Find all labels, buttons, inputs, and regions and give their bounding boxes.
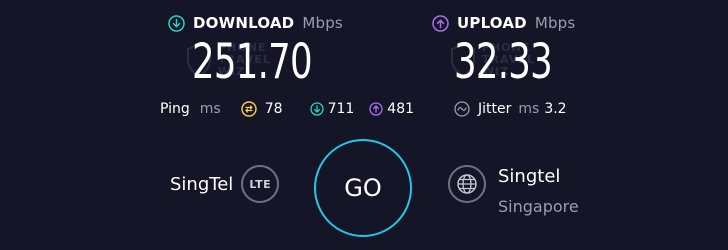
upload-unit: Mbps [534, 14, 576, 32]
download-label: DOWNLOAD [193, 14, 295, 32]
ping-label: Ping [160, 101, 190, 117]
ping-row: Ping ms 78 711 481 [160, 101, 414, 117]
go-button-label: GO [344, 174, 382, 202]
jitter-row: Jitter ms 3.2 [454, 101, 567, 117]
upload-latency-icon [368, 101, 384, 117]
idle-latency-icon [241, 101, 257, 117]
isp-info: SingTel LTE [170, 165, 280, 203]
download-unit: Mbps [302, 14, 343, 32]
server-location: Singapore [498, 197, 579, 216]
download-speed-value: 251.70 [192, 34, 313, 90]
connection-type-label: LTE [249, 177, 272, 191]
upload-header: UPLOAD Mbps [432, 14, 575, 32]
ping-upload-value: 481 [387, 101, 415, 117]
ping-idle-value: 78 [264, 101, 283, 117]
ping-download-value: 711 [327, 101, 355, 117]
globe-icon[interactable] [448, 165, 486, 203]
download-arrow-icon [168, 14, 185, 32]
download-header: DOWNLOAD Mbps [168, 14, 343, 32]
upload-arrow-icon [432, 14, 449, 32]
upload-speed-value: 32.33 [454, 34, 553, 90]
jitter-label: Jitter [478, 101, 512, 117]
go-button[interactable]: GO [314, 139, 412, 237]
server-name[interactable]: Singtel [498, 166, 560, 187]
jitter-value: 3.2 [544, 101, 567, 117]
jitter-unit: ms [518, 101, 540, 117]
download-latency-icon [309, 101, 325, 117]
isp-name: SingTel [170, 173, 234, 195]
ping-unit: ms [199, 101, 221, 117]
jitter-icon [454, 101, 470, 117]
connection-type-badge: LTE [241, 165, 280, 203]
upload-label: UPLOAD [457, 14, 527, 32]
